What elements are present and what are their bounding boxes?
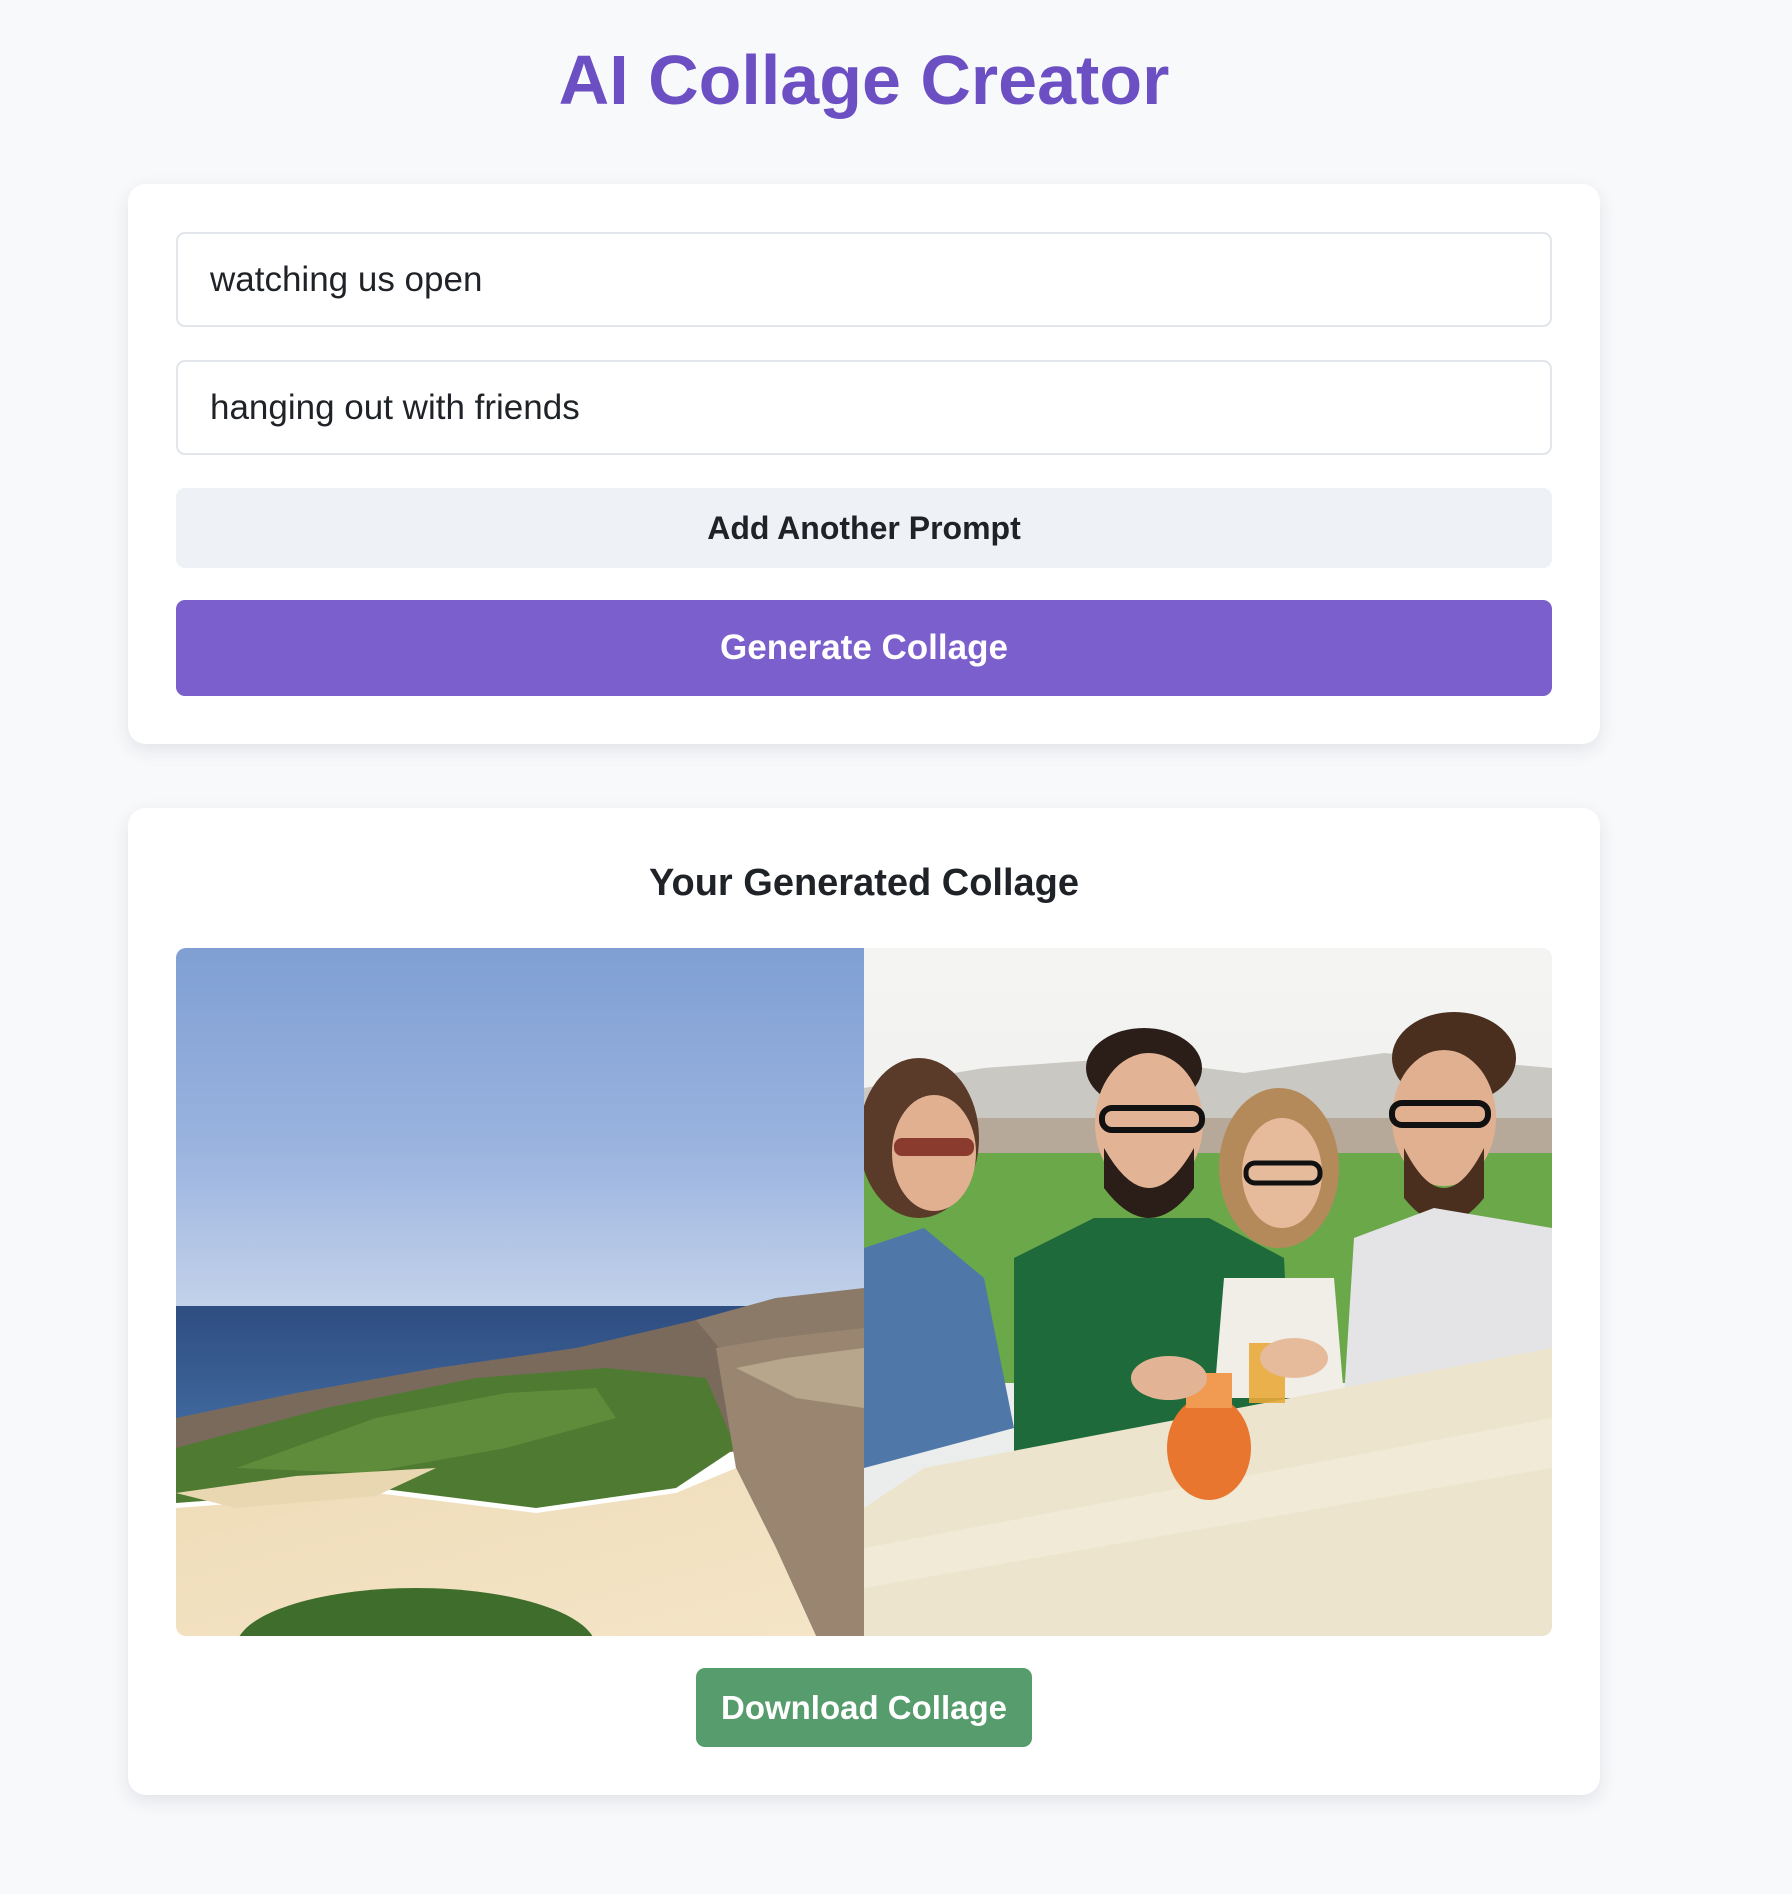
collage-image-golf-course (176, 948, 864, 1636)
prompt-input-1[interactable] (176, 232, 1552, 327)
collage-image-friends (864, 948, 1552, 1636)
add-prompt-button[interactable]: Add Another Prompt (176, 488, 1552, 568)
collage-result-card: Your Generated Collage Download Collage (128, 808, 1600, 1795)
collage-image (176, 948, 1552, 1636)
generate-collage-button[interactable]: Generate Collage (176, 600, 1552, 696)
prompt-form-card: Add Another Prompt Generate Collage (128, 184, 1600, 744)
download-collage-button[interactable]: Download Collage (696, 1668, 1032, 1747)
result-heading: Your Generated Collage (648, 862, 1080, 904)
page: AI Collage Creator Add Another Prompt Ge… (0, 0, 1792, 1894)
page-title: AI Collage Creator (558, 41, 1170, 119)
prompt-input-2[interactable] (176, 360, 1552, 455)
